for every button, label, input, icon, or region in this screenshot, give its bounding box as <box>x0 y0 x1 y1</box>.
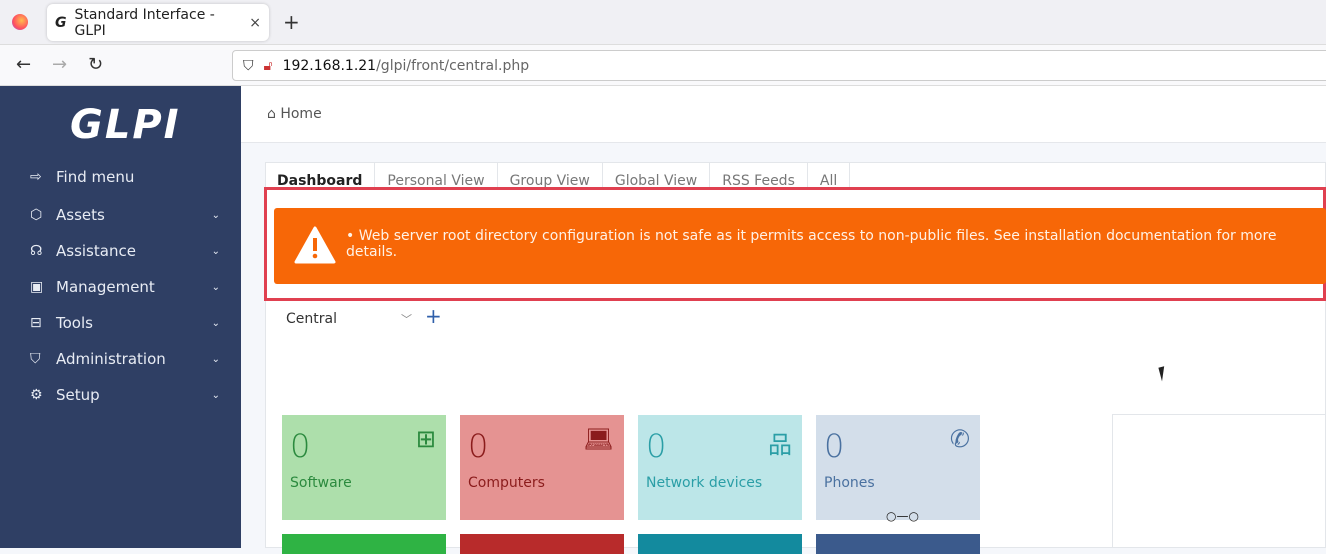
sidebar-item-label: Assets <box>56 206 105 224</box>
side-panel <box>1112 414 1326 548</box>
chevron-down-icon: ⌄ <box>211 281 220 293</box>
add-dashboard-button[interactable]: + <box>425 304 442 328</box>
chevron-down-icon: ⌄ <box>211 317 220 329</box>
url-host: 192.168.1.21 <box>282 57 377 74</box>
url-path: /glpi/front/central.php <box>376 57 530 74</box>
breadcrumb[interactable]: ⌂ Home <box>267 106 322 122</box>
resize-handle[interactable]: ○—○ <box>886 509 919 523</box>
chevron-down-icon: ⌄ <box>211 209 220 221</box>
tile-label: Software <box>290 475 352 491</box>
tab-title: Standard Interface - GLPI <box>74 6 215 39</box>
firefox-icon[interactable] <box>12 14 28 30</box>
dashboard-select[interactable]: Central ﹀ <box>282 306 412 332</box>
browser-nav-bar: ← → ↻ ⛉ 🔓︎ 192.168.1.21/glpi/front/centr… <box>0 45 1326 86</box>
shield-icon: ⛉ <box>30 351 41 367</box>
tile-row2[interactable] <box>638 534 802 554</box>
wallet-icon: ▣ <box>30 279 44 295</box>
home-icon: ⌂ <box>267 106 276 122</box>
insecure-lock-icon[interactable]: 🔓︎ <box>264 58 273 74</box>
sidebar-item-tools[interactable]: ⊟ Tools ⌄ <box>30 314 220 332</box>
tile-row2[interactable] <box>460 534 624 554</box>
network-icon: 品 <box>768 431 792 459</box>
phone-icon: ✆ <box>949 425 970 453</box>
cube-icon: ⬡ <box>30 207 43 223</box>
chevron-down-icon: ﹀ <box>401 313 412 326</box>
tile-label: Phones <box>824 475 875 491</box>
close-tab-icon[interactable]: × <box>249 15 261 31</box>
apps-add-icon: ⊞ <box>415 425 436 453</box>
chevron-down-icon: ⌄ <box>211 353 220 365</box>
sidebar-item-find-menu[interactable]: ⇨ Find menu <box>30 168 220 186</box>
tile-row2[interactable] <box>282 534 446 554</box>
tile-label: Network devices <box>646 475 763 491</box>
tile-computers[interactable]: 0 Computers 💻︎ <box>460 415 624 520</box>
sidebar-item-label: Find menu <box>56 168 135 186</box>
chevron-down-icon: ⌄ <box>211 245 220 257</box>
sidebar-item-setup[interactable]: ⚙ Setup ⌄ <box>30 386 220 404</box>
shield-icon[interactable]: ⛉ <box>243 58 254 74</box>
sidebar-item-assistance[interactable]: ☊ Assistance ⌄ <box>30 242 220 260</box>
sidebar-item-label: Management <box>56 278 155 296</box>
laptop-icon: 💻︎ <box>583 425 614 453</box>
tile-row2[interactable] <box>816 534 980 554</box>
tile-software[interactable]: 0 Software ⊞ <box>282 415 446 520</box>
sidebar-item-label: Tools <box>56 314 93 332</box>
sidebar-item-assets[interactable]: ⬡ Assets ⌄ <box>30 206 220 224</box>
sidebar-item-administration[interactable]: ⛉ Administration ⌄ <box>30 350 220 368</box>
sidebar-item-management[interactable]: ▣ Management ⌄ <box>30 278 220 296</box>
briefcase-icon: ⊟ <box>30 315 42 331</box>
url-bar[interactable]: ⛉ 🔓︎ 192.168.1.21/glpi/front/central.php <box>232 50 1326 81</box>
arrow-right-icon: ⇨ <box>30 169 42 185</box>
chevron-down-icon: ⌄ <box>211 389 220 401</box>
tile-label: Computers <box>468 475 545 491</box>
reload-icon[interactable]: ↻ <box>88 54 103 75</box>
tile-network-devices[interactable]: 0 Network devices 品 <box>638 415 802 520</box>
tile-phones[interactable]: 0 Phones ✆ <box>816 415 980 520</box>
alert-message: • Web server root directory configuratio… <box>346 228 1277 260</box>
warning-icon <box>294 226 336 264</box>
glpi-logo[interactable]: GLPI <box>70 102 181 148</box>
sidebar-item-label: Setup <box>56 386 100 404</box>
header: ⌂ Home <box>241 86 1326 143</box>
browser-tab[interactable]: G Standard Interface - GLPI × <box>47 4 269 41</box>
sidebar-item-label: Assistance <box>56 242 136 260</box>
breadcrumb-home: Home <box>280 106 322 122</box>
sidebar-item-label: Administration <box>56 350 166 368</box>
glpi-favicon-icon: G <box>55 14 67 31</box>
new-tab-button[interactable]: + <box>283 10 300 34</box>
back-icon[interactable]: ← <box>16 54 31 75</box>
gear-icon: ⚙ <box>30 387 43 403</box>
headset-icon: ☊ <box>30 243 43 259</box>
browser-tab-bar: G Standard Interface - GLPI × + <box>0 0 1326 45</box>
forward-icon[interactable]: → <box>52 54 67 75</box>
sidebar: GLPI ⇨ Find menu ⬡ Assets ⌄ ☊ Assistance ⌄ ▣ Mana… <box>0 86 241 548</box>
warning-alert: • Web server root directory configuratio… <box>274 208 1326 284</box>
